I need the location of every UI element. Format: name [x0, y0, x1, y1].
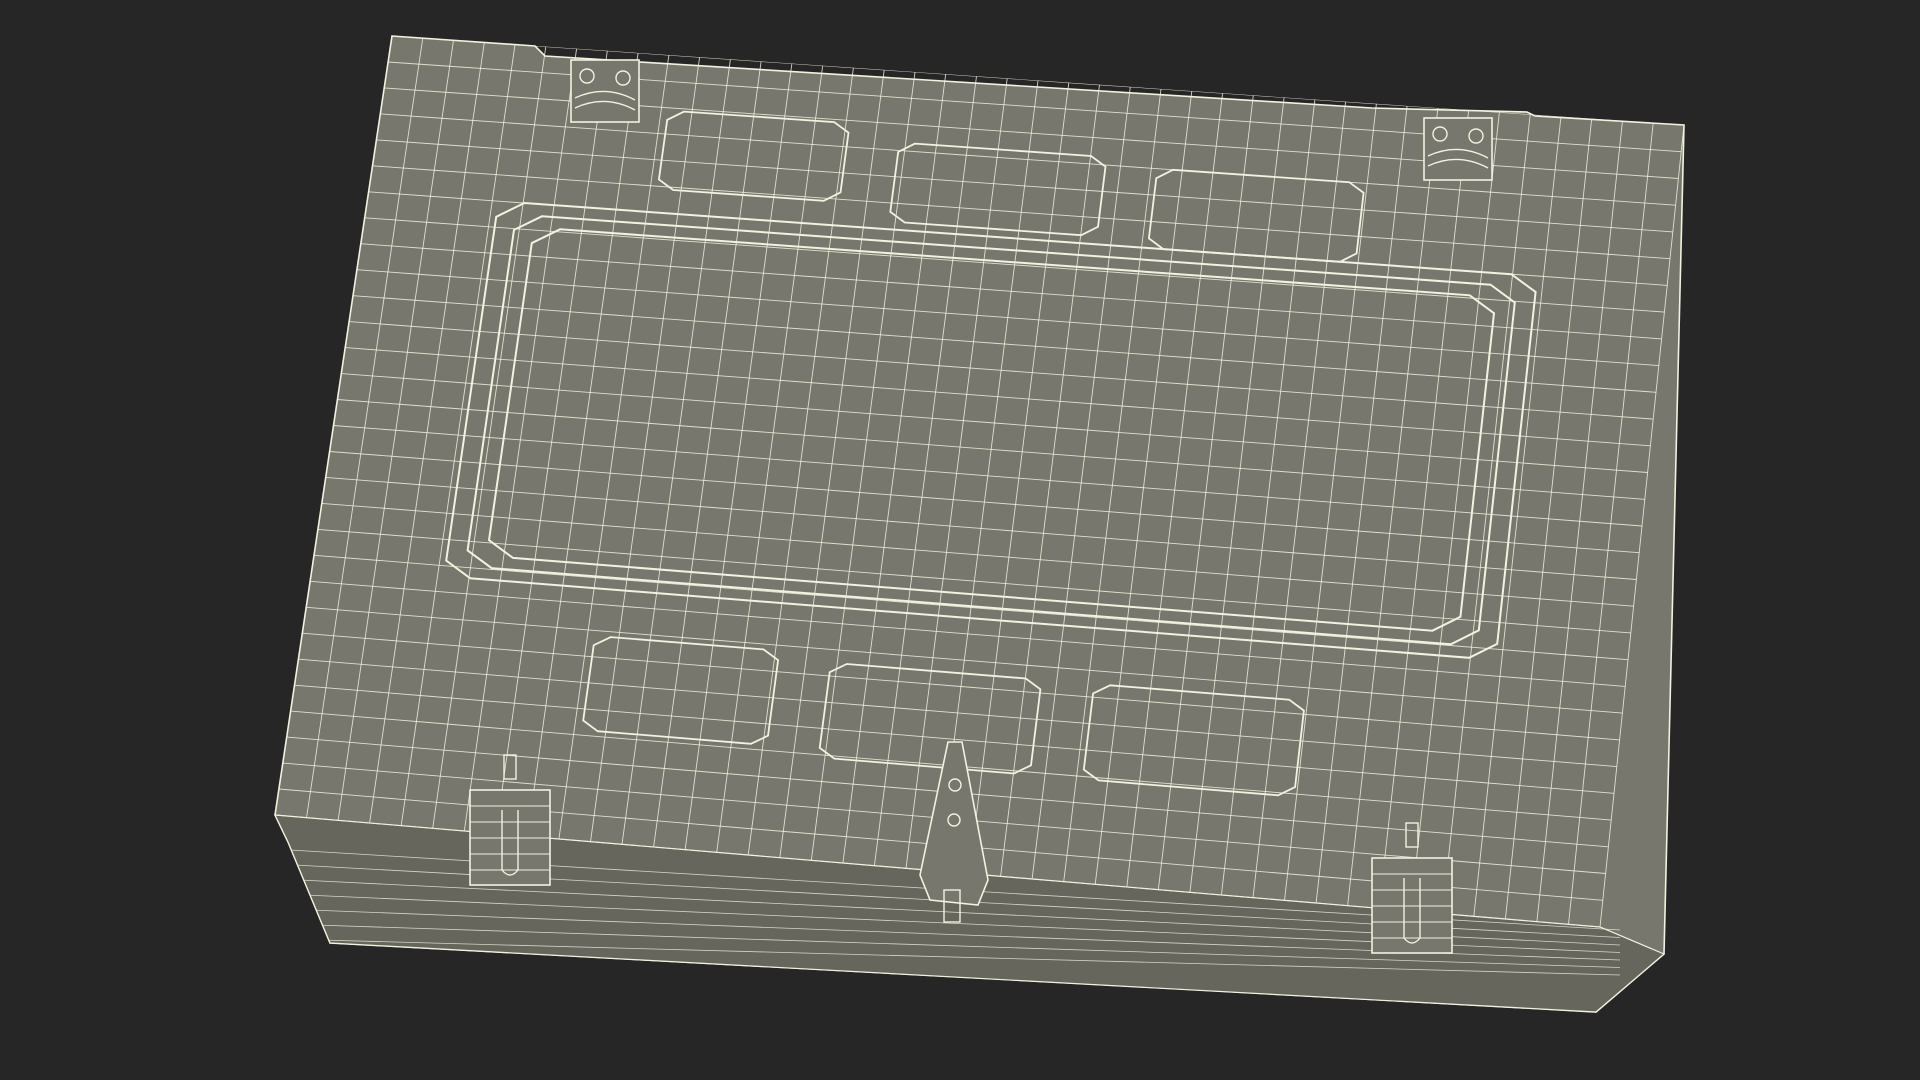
wireframe-render [274, 35, 1685, 1013]
hinge-right [1423, 117, 1493, 181]
render-viewport [0, 0, 1920, 1080]
hinge-left [570, 59, 640, 123]
case-model [274, 35, 1685, 1013]
